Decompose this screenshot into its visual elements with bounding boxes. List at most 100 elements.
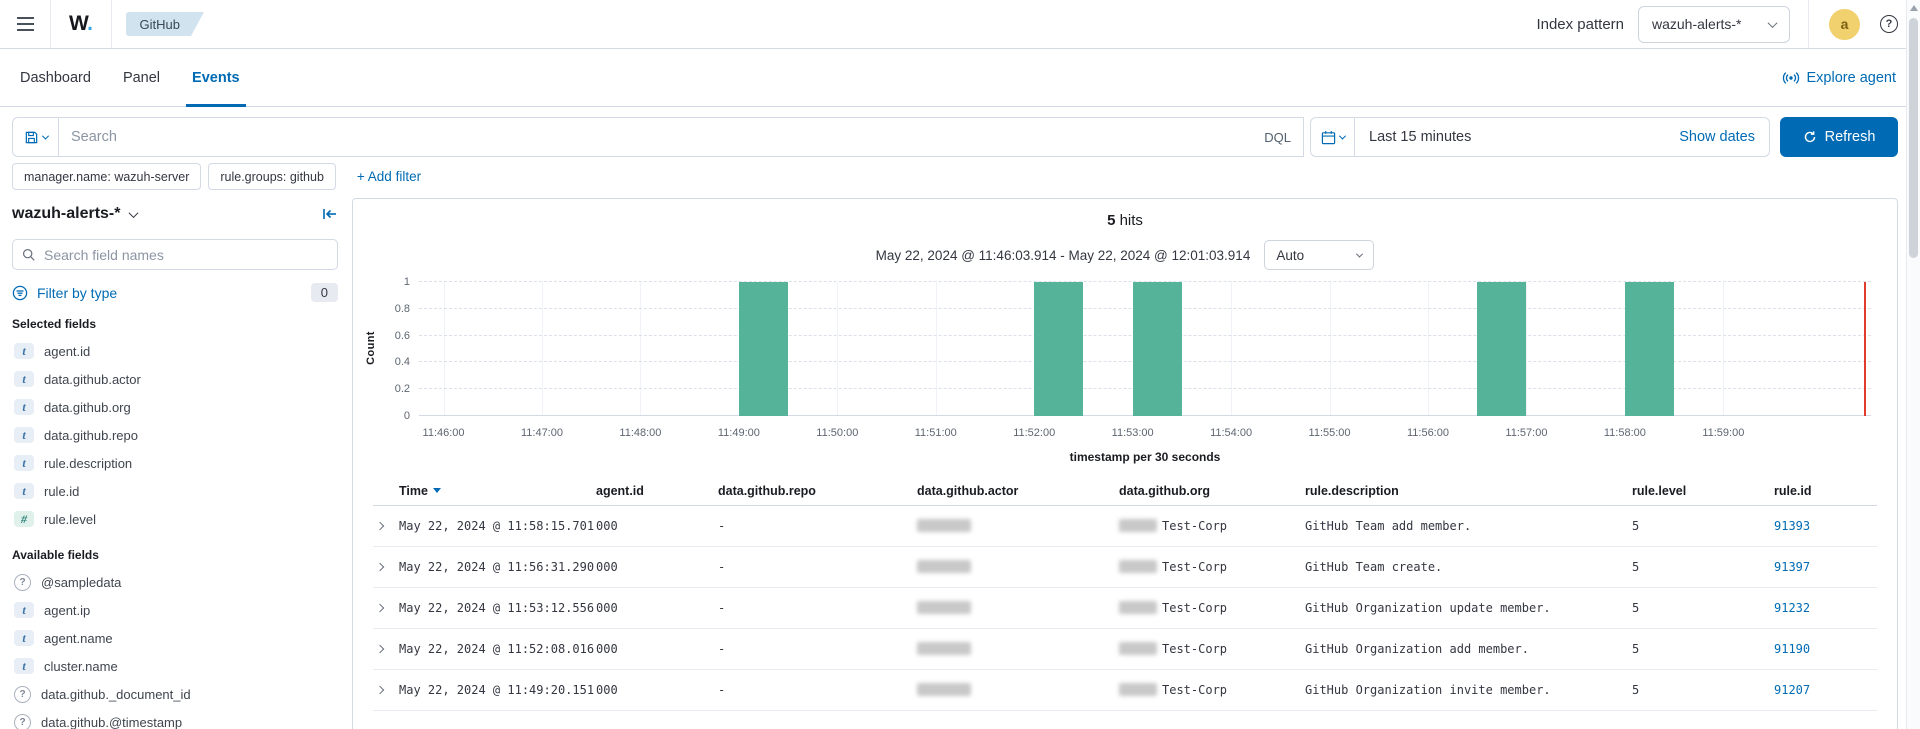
- x-tick-label: 11:52:00: [1013, 427, 1055, 439]
- cell-description: GitHub Team create.: [1305, 560, 1632, 574]
- filter-bar: manager.name: wazuh-server rule.groups: …: [12, 163, 421, 190]
- table-row[interactable]: May 22, 2024 @ 11:56:31.290 000 - Test-C…: [373, 547, 1877, 588]
- table-row[interactable]: May 22, 2024 @ 11:49:20.151 000 - Test-C…: [373, 670, 1877, 711]
- y-axis-label: Count: [365, 304, 377, 392]
- field-item[interactable]: tdata.github.actor: [12, 365, 338, 393]
- scroll-up-arrow-icon[interactable]: [1910, 5, 1918, 11]
- refresh-button[interactable]: Refresh: [1780, 117, 1898, 157]
- show-dates-button[interactable]: Show dates: [1665, 118, 1769, 156]
- tab-events[interactable]: Events: [188, 49, 244, 106]
- rule-id-link[interactable]: 91393: [1774, 519, 1877, 533]
- field-item[interactable]: t rule.id: [12, 477, 338, 505]
- sidebar-index-pattern-select[interactable]: wazuh-alerts-*: [12, 205, 137, 223]
- column-header-agent_id[interactable]: agent.id: [596, 484, 718, 498]
- redacted-org-prefix: [1119, 601, 1157, 614]
- column-header-repo[interactable]: data.github.repo: [718, 484, 917, 498]
- field-search-input[interactable]: [44, 247, 328, 263]
- table-row[interactable]: May 22, 2024 @ 11:53:12.556 000 - Test-C…: [373, 588, 1877, 629]
- table-row[interactable]: May 22, 2024 @ 11:58:15.701 000 - Test-C…: [373, 506, 1877, 547]
- y-tick-label: 0.8: [395, 303, 410, 315]
- field-item[interactable]: #rule.level: [12, 505, 338, 533]
- query-bar: DQL Last 15 minutes Show dates Refresh: [12, 117, 1898, 157]
- search-input[interactable]: [71, 129, 1252, 145]
- time-range-value[interactable]: Last 15 minutes: [1355, 118, 1665, 156]
- field-item[interactable]: ?data.github.@timestamp: [12, 708, 338, 729]
- column-header-org[interactable]: data.github.org: [1119, 484, 1305, 498]
- column-header-actor[interactable]: data.github.actor: [917, 484, 1119, 498]
- expand-row-button[interactable]: [373, 605, 399, 611]
- divider: [1808, 0, 1809, 48]
- cell-level: 5: [1632, 642, 1774, 656]
- filter-by-type-label: Filter by type: [37, 285, 117, 301]
- field-item[interactable]: tdata.github.org: [12, 393, 338, 421]
- field-name: rule.level: [44, 512, 96, 527]
- column-header-description[interactable]: rule.description: [1305, 484, 1632, 498]
- unknown-type-icon: ?: [14, 686, 31, 703]
- filter-icon: [12, 285, 28, 301]
- table-row[interactable]: May 22, 2024 @ 11:52:08.016 000 - Test-C…: [373, 629, 1877, 670]
- hits-count-row: 5 hits: [353, 212, 1897, 229]
- cell-org: Test-Corp: [1119, 560, 1305, 574]
- selected-fields-heading: Selected fields: [12, 317, 338, 331]
- filter-pill-rule-groups[interactable]: rule.groups: github: [208, 163, 336, 190]
- field-name: data.github.repo: [44, 428, 138, 443]
- histogram-bar[interactable]: [1477, 282, 1526, 416]
- vertical-scrollbar[interactable]: [1906, 0, 1920, 729]
- field-name: rule.id: [44, 484, 79, 499]
- cell-actor: [917, 683, 1119, 697]
- field-item[interactable]: tagent.ip: [12, 596, 338, 624]
- collapse-sidebar-icon[interactable]: [322, 207, 338, 221]
- expand-row-button[interactable]: [373, 564, 399, 570]
- x-gridline: [1231, 282, 1232, 416]
- field-item[interactable]: ?@sampledata: [12, 568, 338, 596]
- rule-id-link[interactable]: 91397: [1774, 560, 1877, 574]
- tab-dashboard[interactable]: Dashboard: [16, 49, 95, 106]
- string-type-icon: t: [14, 371, 34, 387]
- fields-sidebar: wazuh-alerts-*: [12, 200, 338, 729]
- column-header-level[interactable]: rule.level: [1632, 484, 1774, 498]
- hamburger-menu-icon[interactable]: [0, 0, 50, 48]
- add-filter-button[interactable]: + Add filter: [357, 169, 421, 184]
- breadcrumb[interactable]: GitHub: [126, 12, 204, 36]
- string-type-icon: t: [14, 483, 34, 499]
- index-pattern-select[interactable]: wazuh-alerts-*: [1638, 6, 1790, 43]
- explore-agent-button[interactable]: Explore agent: [1782, 70, 1904, 86]
- avatar[interactable]: a: [1829, 9, 1860, 40]
- cell-agent-id: 000: [596, 683, 718, 697]
- saved-queries-button[interactable]: [12, 117, 58, 157]
- field-item[interactable]: tagent.id: [12, 337, 338, 365]
- expand-row-button[interactable]: [373, 646, 399, 652]
- field-item[interactable]: trule.description: [12, 449, 338, 477]
- cell-level: 5: [1632, 601, 1774, 615]
- histogram-bar[interactable]: [1133, 282, 1182, 416]
- expand-row-button[interactable]: [373, 687, 399, 693]
- calendar-button[interactable]: [1311, 118, 1355, 156]
- field-item[interactable]: tdata.github.repo: [12, 421, 338, 449]
- field-item[interactable]: tagent.name: [12, 624, 338, 652]
- x-tick-label: 11:57:00: [1505, 427, 1547, 439]
- help-icon[interactable]: ?: [1880, 15, 1898, 33]
- filter-by-type-button[interactable]: Filter by type 0: [12, 283, 338, 302]
- rule-id-link[interactable]: 91232: [1774, 601, 1877, 615]
- y-tick-label: 0.2: [395, 383, 410, 395]
- histogram-bar[interactable]: [739, 282, 788, 416]
- rule-id-link[interactable]: 91190: [1774, 642, 1877, 656]
- wazuh-logo[interactable]: W.: [51, 12, 111, 36]
- scrollbar-thumb[interactable]: [1909, 18, 1918, 258]
- column-header-time[interactable]: Time: [399, 484, 596, 498]
- histogram-bar[interactable]: [1034, 282, 1083, 416]
- expand-row-button[interactable]: [373, 523, 399, 529]
- histogram-chart[interactable]: Count 11:46:0011:47:0011:48:0011:49:0011…: [353, 278, 1897, 468]
- field-name: data.github.org: [44, 400, 131, 415]
- query-language-button[interactable]: DQL: [1264, 130, 1291, 145]
- interval-select[interactable]: Auto: [1264, 240, 1374, 270]
- divider: [111, 0, 112, 48]
- x-tick-label: 11:58:00: [1604, 427, 1646, 439]
- rule-id-link[interactable]: 91207: [1774, 683, 1877, 697]
- field-item[interactable]: ?data.github._document_id: [12, 680, 338, 708]
- filter-pill-manager-name[interactable]: manager.name: wazuh-server: [12, 163, 201, 190]
- column-header-rule_id[interactable]: rule.id: [1774, 484, 1877, 498]
- tab-panel[interactable]: Panel: [119, 49, 164, 106]
- field-item[interactable]: tcluster.name: [12, 652, 338, 680]
- histogram-bar[interactable]: [1625, 282, 1674, 416]
